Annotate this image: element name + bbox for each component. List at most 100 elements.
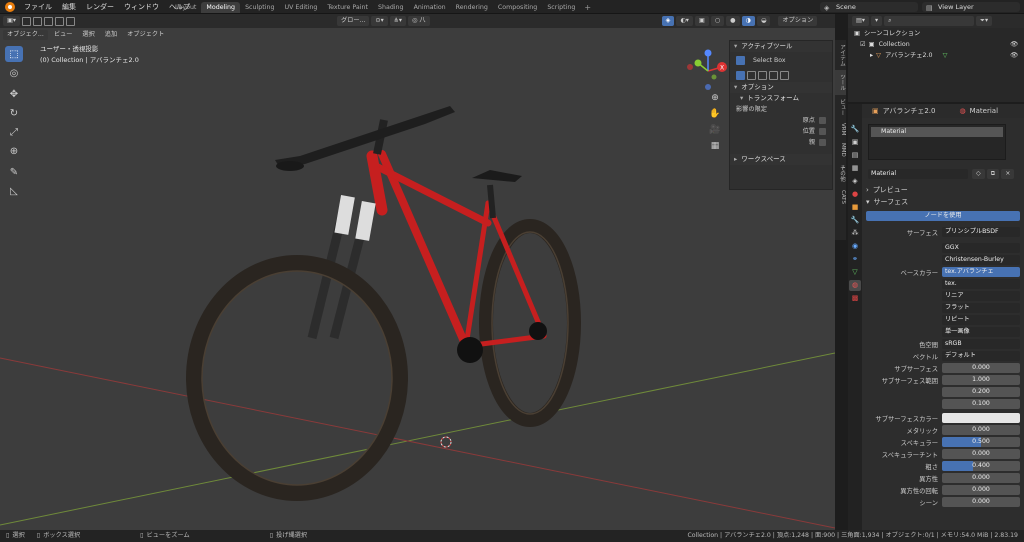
- mode-invert-icon[interactable]: [769, 70, 778, 80]
- tab-sculpting[interactable]: Sculpting: [240, 2, 279, 13]
- shading-wireframe-icon[interactable]: ○: [710, 16, 725, 26]
- roughness-slider[interactable]: 0.400: [942, 461, 1020, 471]
- gizmo-toggle-icon[interactable]: ◈: [661, 16, 675, 26]
- scale-tool-icon[interactable]: ⤢: [5, 124, 23, 140]
- affect-location-row[interactable]: 位置: [730, 126, 832, 137]
- view-layer-props-icon[interactable]: ▦: [849, 163, 861, 174]
- zoom-icon[interactable]: ⊕: [709, 92, 721, 104]
- mode-intersect-icon[interactable]: [780, 70, 789, 80]
- subsurface-radius-z[interactable]: 0.100: [942, 399, 1020, 409]
- data-props-icon[interactable]: ▽: [849, 267, 861, 278]
- view-layer-selector[interactable]: ▤ View Layer: [922, 2, 1020, 12]
- affect-origin-row[interactable]: 原点: [730, 115, 832, 126]
- tool-props-icon[interactable]: 🔧: [849, 124, 861, 135]
- specular-slider[interactable]: 0.500: [942, 437, 1020, 447]
- specular-tint-field[interactable]: 0.000: [942, 449, 1020, 459]
- select-box-tool-icon[interactable]: ⬚: [5, 46, 23, 62]
- options-dropdown[interactable]: オプション: [778, 16, 818, 26]
- transform-tool-icon[interactable]: ⊕: [5, 143, 23, 159]
- snap-icon[interactable]: ⋔▾: [389, 16, 407, 26]
- anisotropic-field[interactable]: 0.000: [942, 473, 1020, 483]
- mode-extend-icon[interactable]: [747, 70, 756, 80]
- workspace-header[interactable]: ▸ ワークスペース: [730, 154, 832, 165]
- menu-file[interactable]: ファイル: [19, 0, 57, 14]
- blender-logo-icon[interactable]: [5, 1, 15, 12]
- tab-vrm[interactable]: VRM: [835, 119, 846, 139]
- tab-modeling[interactable]: Modeling: [201, 2, 241, 13]
- metallic-field[interactable]: 0.000: [942, 425, 1020, 435]
- surface-panel-header[interactable]: ▾ サーフェス: [862, 196, 1024, 208]
- object-props-icon[interactable]: ■: [849, 202, 861, 213]
- shading-rendered-icon[interactable]: ◒: [756, 16, 771, 26]
- scene-props-icon[interactable]: ◈: [849, 176, 861, 187]
- material-slot[interactable]: Material: [871, 127, 1003, 137]
- subsurface-radius-y[interactable]: 0.200: [942, 387, 1020, 397]
- select-subtract-icon[interactable]: [43, 16, 53, 26]
- extension-dropdown[interactable]: リピート: [942, 315, 1020, 325]
- shading-material-icon[interactable]: ◑: [741, 16, 755, 26]
- overlay-toggle-icon[interactable]: ◐▾: [676, 16, 693, 26]
- anisotropic-rotation-field[interactable]: 0.000: [942, 485, 1020, 495]
- modifier-props-icon[interactable]: 🔧: [849, 215, 861, 226]
- annotate-tool-icon[interactable]: ✎: [5, 164, 23, 180]
- unlink-material-icon[interactable]: ×: [1001, 169, 1015, 179]
- material-selector[interactable]: Material: [868, 169, 968, 179]
- tab-compositing[interactable]: Compositing: [493, 2, 542, 13]
- physics-props-icon[interactable]: ◉: [849, 241, 861, 252]
- measure-tool-icon[interactable]: ◺: [5, 183, 23, 199]
- tab-tool[interactable]: ツール: [835, 70, 846, 95]
- distribution-dropdown[interactable]: GGX: [942, 243, 1020, 253]
- checkbox-icon[interactable]: ☑: [860, 39, 866, 50]
- transform-header[interactable]: ▾ トランスフォーム: [730, 93, 832, 104]
- menu-edit[interactable]: 編集: [57, 0, 81, 14]
- tab-item[interactable]: アイテム: [835, 40, 846, 70]
- pivot-icon[interactable]: ⊙▾: [371, 16, 388, 26]
- projection-dropdown[interactable]: フラット: [942, 303, 1020, 313]
- subsurface-radius-x[interactable]: 1.000: [942, 375, 1020, 385]
- scene-selector[interactable]: ◈ Scene: [820, 2, 918, 12]
- camera-icon[interactable]: 🎥: [709, 124, 721, 136]
- mode-dropdown[interactable]: オブジェク...: [3, 29, 48, 40]
- rotate-tool-icon[interactable]: ↻: [5, 105, 23, 121]
- subsurface-method-dropdown[interactable]: Christensen-Burley: [942, 255, 1020, 265]
- select-mode-icon[interactable]: [21, 16, 31, 26]
- menu-add[interactable]: 追加: [101, 30, 121, 40]
- outliner-object[interactable]: ▸ ▽ アバランチェ2.0 ▽ 👁: [848, 50, 1024, 61]
- menu-object[interactable]: オブジェクト: [123, 30, 168, 40]
- image-datablock[interactable]: tex.: [942, 279, 1020, 289]
- location-checkbox[interactable]: [819, 128, 826, 135]
- tab-misc[interactable]: その他: [835, 161, 846, 186]
- menu-view[interactable]: ビュー: [50, 30, 77, 40]
- outliner-collection[interactable]: ☑ ▣ Collection 👁: [848, 39, 1024, 50]
- render-props-icon[interactable]: ▣: [849, 137, 861, 148]
- subsurface-color-swatch[interactable]: [942, 413, 1020, 423]
- move-tool-icon[interactable]: ✥: [5, 86, 23, 102]
- mode-set-icon[interactable]: [736, 70, 745, 80]
- tab-texture-paint[interactable]: Texture Paint: [322, 2, 373, 13]
- editor-type-button[interactable]: ▣▾: [3, 16, 20, 26]
- shading-solid-icon[interactable]: ●: [726, 16, 740, 26]
- sheen-field[interactable]: 0.000: [942, 497, 1020, 507]
- tab-mmd[interactable]: MMD: [835, 139, 846, 161]
- tab-shading[interactable]: Shading: [373, 2, 409, 13]
- tab-uv-editing[interactable]: UV Editing: [279, 2, 322, 13]
- tab-animation[interactable]: Animation: [409, 2, 451, 13]
- preview-panel-header[interactable]: › プレビュー: [862, 184, 1024, 196]
- subsurface-field[interactable]: 0.000: [942, 363, 1020, 373]
- particles-props-icon[interactable]: ⁂: [849, 228, 861, 239]
- outliner-scene-collection[interactable]: ▣ シーンコレクション: [848, 28, 1024, 39]
- interpolation-dropdown[interactable]: リニア: [942, 291, 1020, 301]
- color-space-dropdown[interactable]: sRGB: [942, 339, 1020, 349]
- constraints-props-icon[interactable]: ⚭: [849, 254, 861, 265]
- base-color-texture[interactable]: tex.アバランチェ: [942, 267, 1020, 277]
- filter-icon[interactable]: ⏷▾: [976, 16, 993, 26]
- origin-checkbox[interactable]: [819, 117, 826, 124]
- parent-checkbox[interactable]: [819, 139, 826, 146]
- select-intersect-icon[interactable]: [65, 16, 75, 26]
- visibility-eye-icon[interactable]: 👁: [1010, 39, 1018, 50]
- active-tool-header[interactable]: ▾ アクティブツール: [730, 41, 832, 52]
- menu-window[interactable]: ウィンドウ: [119, 0, 164, 14]
- cursor-tool-icon[interactable]: ◎: [5, 65, 23, 81]
- proportional-edit-icon[interactable]: ◎ 八: [408, 16, 430, 26]
- select-invert-icon[interactable]: [54, 16, 64, 26]
